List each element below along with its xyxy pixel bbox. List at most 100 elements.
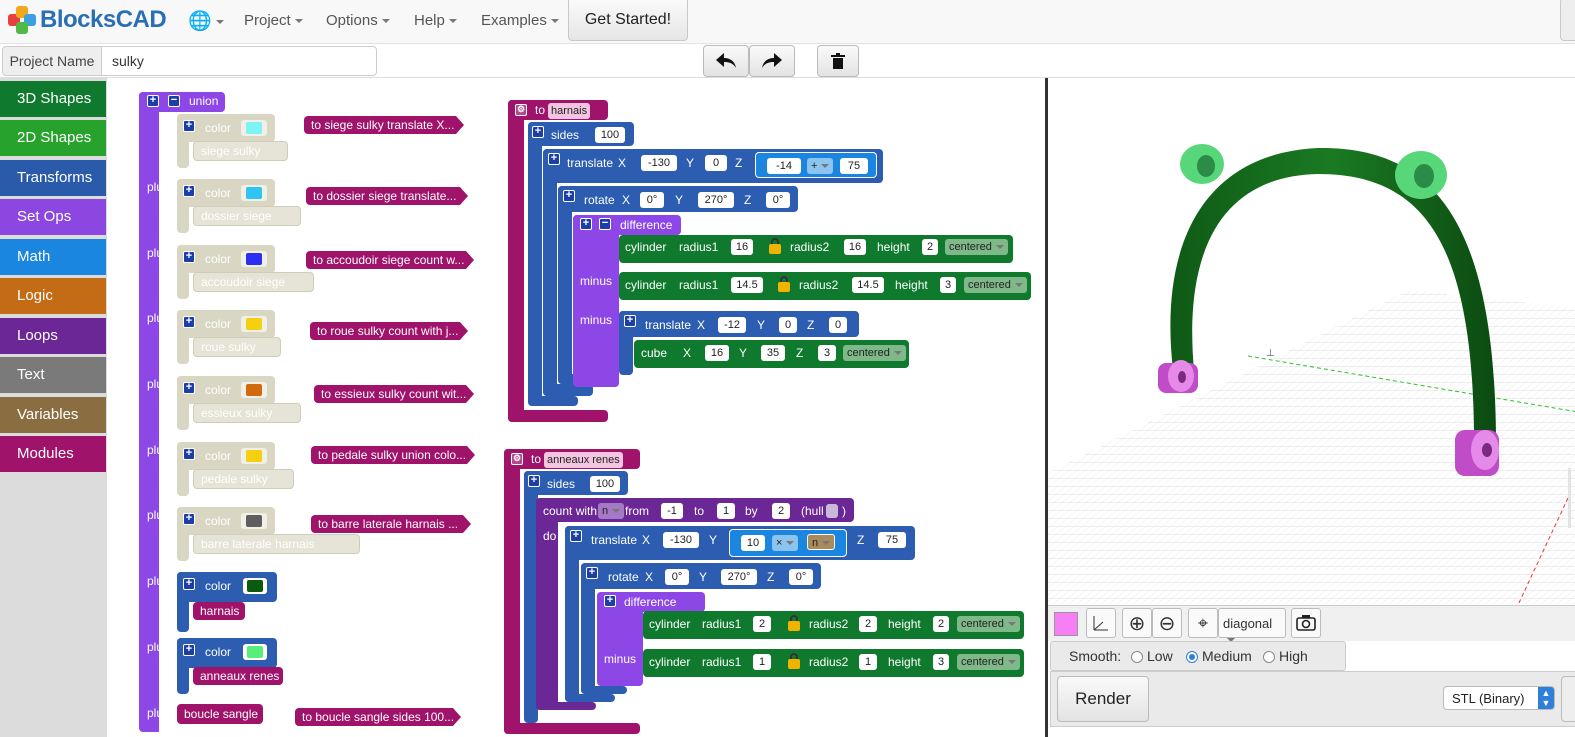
color-expand-icon[interactable]: + — [183, 251, 195, 263]
category-transforms[interactable]: Transforms — [0, 160, 106, 196]
language-globe-icon[interactable]: 🌐 — [188, 9, 224, 33]
y-field[interactable]: 270° — [698, 192, 734, 208]
centered-dropdown[interactable]: centered — [843, 345, 906, 361]
gear-icon[interactable]: ⚙ — [515, 104, 527, 116]
hull-checkbox[interactable] — [826, 504, 838, 518]
redo-button[interactable] — [749, 45, 795, 77]
expand-icon[interactable]: + — [580, 218, 592, 230]
delete-button[interactable] — [817, 45, 859, 77]
3d-viewport[interactable]: ⊥ — [1048, 78, 1575, 605]
collapse-icon[interactable]: − — [599, 218, 611, 230]
z-field[interactable]: 3 — [818, 345, 836, 361]
sides-field[interactable]: 100 — [595, 127, 625, 143]
radius1-field[interactable]: 1 — [753, 654, 771, 670]
get-started-button[interactable]: Get Started! — [568, 0, 688, 41]
from-field[interactable]: -1 — [661, 503, 683, 519]
category-modules[interactable]: Modules — [0, 436, 106, 472]
expand-icon[interactable]: + — [604, 595, 616, 607]
z-field[interactable]: 75 — [878, 532, 906, 548]
color-swatch-picker[interactable] — [1054, 612, 1078, 636]
nav-examples[interactable]: Examples — [481, 12, 559, 29]
centered-dropdown[interactable]: centered — [957, 616, 1020, 632]
z-field[interactable]: 0° — [766, 192, 790, 208]
color-swatch[interactable] — [241, 513, 267, 529]
x-field[interactable]: -130 — [663, 532, 699, 548]
reset-view-icon[interactable]: ⌖ — [1188, 608, 1218, 638]
union-collapse-icon[interactable]: − — [168, 95, 180, 107]
project-name-input[interactable]: sulky — [102, 46, 377, 76]
radius1-field[interactable]: 14.5 — [731, 277, 763, 293]
radius1-field[interactable]: 16 — [731, 239, 753, 255]
x-field[interactable]: -12 — [718, 317, 746, 333]
category-math[interactable]: Math — [0, 239, 106, 275]
module-name-field[interactable]: anneaux renes — [544, 452, 623, 468]
module-definition-collapsed[interactable]: to pedale sulky union colo... — [311, 446, 475, 464]
lock-icon[interactable] — [777, 276, 791, 292]
export-format-select[interactable]: STL (Binary) ▲ ▼ — [1443, 686, 1555, 710]
category-variables[interactable]: Variables — [0, 397, 106, 433]
zoom-in-icon[interactable]: ⊕ — [1122, 608, 1152, 638]
render-button[interactable]: Render — [1057, 676, 1149, 722]
module-definition-collapsed[interactable]: to essieux sulky count wit... — [314, 385, 474, 403]
x-field[interactable]: -130 — [641, 155, 677, 171]
expand-icon[interactable]: + — [624, 315, 636, 327]
module-definition-collapsed[interactable]: to siege sulky translate X... — [304, 116, 464, 134]
category-2d-shapes[interactable]: 2D Shapes — [0, 120, 106, 156]
color-swatch[interactable] — [241, 448, 267, 464]
module-definition-collapsed[interactable]: to dossier siege translate... — [306, 187, 468, 205]
expand-icon[interactable]: + — [528, 475, 540, 487]
color-expand-icon[interactable]: + — [183, 578, 195, 590]
expand-icon[interactable]: + — [570, 530, 582, 542]
nav-options[interactable]: Options — [326, 12, 390, 29]
category-loops[interactable]: Loops — [0, 318, 106, 354]
smooth-medium[interactable]: Medium — [1186, 648, 1252, 664]
color-expand-icon[interactable]: + — [183, 382, 195, 394]
blocks-workspace[interactable]: + − union + color siege sulky + color do… — [107, 78, 1045, 737]
lock-icon[interactable] — [768, 238, 782, 254]
to-field[interactable]: 1 — [717, 503, 735, 519]
height-field[interactable]: 3 — [933, 654, 949, 670]
radius2-field[interactable]: 2 — [859, 616, 877, 632]
module-definition-collapsed[interactable]: to boucle sangle sides 100... — [295, 708, 461, 726]
color-swatch-harnais[interactable] — [243, 578, 267, 594]
operator-dropdown[interactable]: + — [807, 158, 834, 174]
z-field[interactable]: 0° — [789, 569, 813, 585]
module-definition-collapsed[interactable]: to accoudoir siege count w... — [306, 251, 474, 269]
zoom-out-icon[interactable]: ⊖ — [1152, 608, 1182, 638]
radius2-field[interactable]: 14.5 — [852, 277, 884, 293]
category-3d-shapes[interactable]: 3D Shapes — [0, 81, 106, 117]
nav-help[interactable]: Help — [414, 12, 457, 29]
expand-icon[interactable]: + — [563, 190, 575, 202]
color-swatch[interactable] — [241, 316, 267, 332]
centered-dropdown[interactable]: centered — [945, 239, 1008, 255]
color-swatch[interactable] — [241, 120, 267, 136]
color-expand-icon[interactable]: + — [183, 513, 195, 525]
color-expand-icon[interactable]: + — [183, 120, 195, 132]
color-swatch[interactable] — [241, 185, 267, 201]
category-text[interactable]: Text — [0, 357, 106, 393]
color-swatch[interactable] — [241, 251, 267, 267]
y-field[interactable]: 35 — [761, 345, 785, 361]
by-field[interactable]: 2 — [772, 503, 790, 519]
centered-dropdown[interactable]: centered — [964, 277, 1027, 293]
z-field[interactable]: 0 — [829, 317, 847, 333]
sides-field[interactable]: 100 — [590, 476, 620, 492]
radius2-field[interactable]: 16 — [844, 239, 866, 255]
camera-icon[interactable] — [1291, 608, 1321, 638]
height-field[interactable]: 2 — [933, 616, 949, 632]
y-a-field[interactable]: 10 — [741, 535, 765, 551]
z-a-field[interactable]: -14 — [767, 158, 801, 174]
y-field[interactable]: 0 — [705, 155, 727, 171]
category-set-ops[interactable]: Set Ops — [0, 199, 106, 235]
x-field[interactable]: 0° — [665, 569, 689, 585]
operator-dropdown[interactable]: × — [772, 535, 799, 551]
variable-dropdown[interactable]: n — [598, 503, 625, 519]
view-dropdown[interactable]: diagonal — [1218, 608, 1286, 642]
color-swatch-anneaux[interactable] — [243, 644, 267, 660]
nav-project[interactable]: Project — [244, 12, 303, 29]
x-field[interactable]: 0° — [640, 192, 664, 208]
height-field[interactable]: 3 — [940, 277, 956, 293]
color-expand-icon[interactable]: + — [183, 644, 195, 656]
centered-dropdown[interactable]: centered — [957, 654, 1020, 670]
variable-n-dropdown[interactable]: n — [807, 534, 836, 550]
